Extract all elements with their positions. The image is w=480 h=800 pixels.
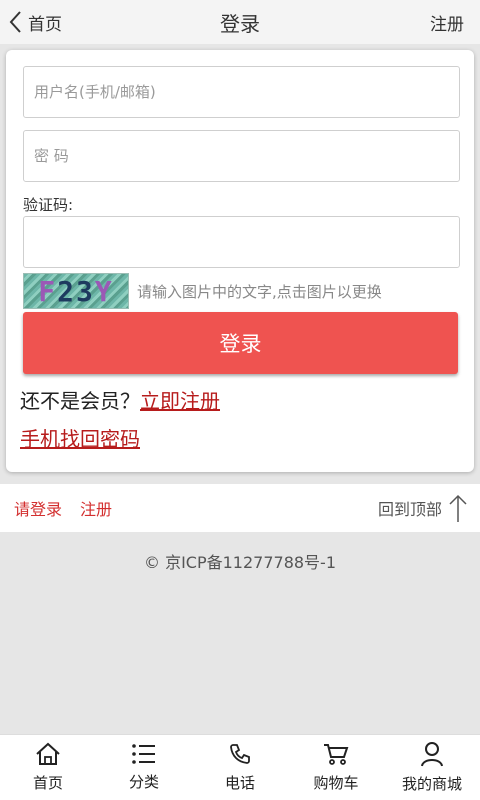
phone-recover-link[interactable]: 手机找回密码 — [20, 427, 140, 451]
captcha-hint: 请输入图片中的文字,点击图片以更换 — [137, 282, 382, 301]
captcha-char: Y — [94, 274, 114, 308]
register-prompt: 还不是会员？ 立即注册 — [20, 385, 220, 414]
user-icon — [421, 742, 443, 767]
tab-label: 分类 — [128, 773, 159, 791]
footer-links-bar: 请登录 注册 回到顶部 — [0, 484, 480, 532]
tab-label: 首页 — [32, 774, 63, 792]
tab-home[interactable]: 首页 — [0, 735, 96, 800]
password-input[interactable] — [23, 130, 460, 182]
tab-label: 电话 — [224, 774, 255, 792]
tab-category[interactable]: 分类 — [96, 735, 192, 800]
captcha-input[interactable] — [23, 216, 460, 268]
top-header: 首页 登录 注册 — [0, 0, 480, 44]
bottom-tab-bar: 首页 分类 电话 购物车 我的商城 — [0, 734, 480, 800]
captcha-image[interactable]: F 2 3 Y — [23, 273, 129, 309]
tab-label: 购物车 — [313, 774, 359, 792]
phone-icon — [230, 744, 250, 764]
back-label: 首页 — [28, 14, 62, 35]
tab-my-mall[interactable]: 我的商城 — [384, 735, 480, 800]
home-icon — [36, 742, 60, 765]
icp-text: © 京ICP备11277788号-1 — [143, 553, 337, 572]
captcha-char: F — [38, 274, 58, 308]
tab-phone[interactable]: 电话 — [192, 735, 288, 800]
cart-icon — [324, 744, 349, 765]
footer-register-link[interactable]: 注册 — [80, 496, 112, 520]
header-register-link[interactable]: 注册 — [430, 0, 464, 44]
chevron-left-icon — [9, 11, 21, 33]
back-to-top-label: 回到顶部 — [377, 500, 442, 519]
tab-label: 我的商城 — [401, 775, 462, 793]
footer-login-link[interactable]: 请登录 — [14, 496, 62, 520]
captcha-row: F 2 3 Y 请输入图片中的文字,点击图片以更换 — [23, 273, 382, 309]
register-now-link[interactable]: 立即注册 — [140, 385, 220, 414]
back-button[interactable]: 首页 — [8, 0, 62, 44]
not-member-text: 还不是会员？ — [20, 389, 140, 413]
arrow-up-icon — [449, 494, 467, 522]
tab-cart[interactable]: 购物车 — [288, 735, 384, 800]
login-button[interactable]: 登录 — [23, 312, 458, 374]
username-input[interactable] — [23, 66, 460, 118]
captcha-char: 2 — [57, 274, 76, 308]
back-to-top-button[interactable]: 回到顶部 — [378, 484, 468, 532]
login-card: 验证码: F 2 3 Y 请输入图片中的文字,点击图片以更换 登录 还不是会员？… — [6, 50, 474, 472]
captcha-char: 3 — [76, 274, 95, 308]
captcha-label: 验证码: — [23, 196, 74, 214]
page-title: 登录 — [220, 11, 260, 36]
category-icon — [132, 744, 155, 764]
phone-recover-row: 手机找回密码 — [20, 423, 140, 452]
